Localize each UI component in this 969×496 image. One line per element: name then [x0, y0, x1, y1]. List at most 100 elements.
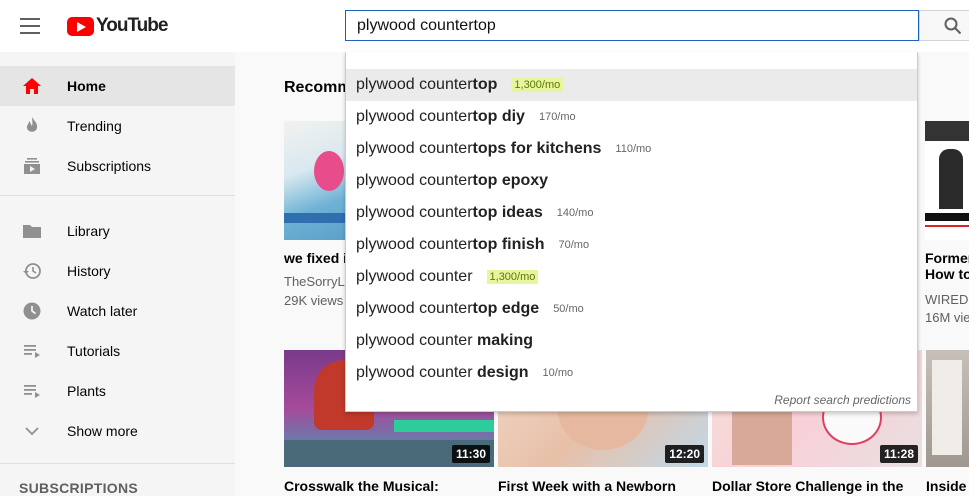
suggestion-typed-prefix: plywood counter	[356, 76, 473, 93]
search-volume-badge: 170/mo	[538, 111, 576, 123]
suggestion-text: plywood countertop diy	[356, 108, 525, 126]
clock-icon	[23, 302, 41, 320]
video-thumbnail[interactable]	[926, 350, 969, 467]
suggestion-text: plywood counter making	[356, 332, 533, 350]
play-logo-icon	[67, 16, 94, 36]
sidebar-item-history[interactable]: History	[0, 251, 235, 291]
sidebar: Home Trending Subscriptions Library Hist…	[0, 52, 235, 496]
video-title[interactable]: Inside	[926, 478, 969, 494]
top-bar: YouTube	[0, 0, 969, 52]
thumbnail-magazine	[932, 360, 962, 455]
logo-text: YouTube	[96, 15, 168, 36]
suggestion-row[interactable]: plywood counter making	[346, 325, 917, 357]
search-volume-badge: 10/mo	[542, 367, 574, 379]
sidebar-item-trending[interactable]: Trending	[0, 106, 235, 146]
suggestion-row[interactable]: plywood countertop diy 170/mo	[346, 101, 917, 133]
search-volume-badge: 70/mo	[558, 239, 590, 251]
video-thumbnail[interactable]	[925, 121, 969, 240]
sidebar-item-library[interactable]: Library	[0, 211, 235, 251]
suggestion-row[interactable]: plywood countertop finish 70/mo	[346, 229, 917, 261]
video-title[interactable]: we fixed it	[284, 250, 346, 266]
playlist-icon	[24, 345, 40, 358]
suggestion-typed-prefix: plywood counter	[356, 364, 477, 381]
suggestion-typed-prefix: plywood counter	[356, 236, 473, 253]
suggestion-completion: top edge	[472, 300, 540, 317]
sidebar-item-plants[interactable]: Plants	[0, 371, 235, 411]
video-channel[interactable]: TheSorryLi	[284, 274, 346, 289]
suggestion-typed-prefix: plywood counter	[356, 300, 473, 317]
suggestion-completion: tops for kitchens	[472, 140, 602, 157]
suggestion-row[interactable]: plywood counter 1,300/mo	[346, 261, 917, 293]
sidebar-item-label: History	[67, 263, 111, 279]
suggestion-text: plywood countertops for kitchens	[356, 140, 601, 158]
video-views: 29K views	[284, 293, 344, 308]
suggestion-row[interactable]: plywood counter design 10/mo	[346, 357, 917, 389]
search-volume-badge: 1,300/mo	[486, 270, 539, 284]
search-icon	[944, 17, 962, 35]
playlist-icon	[24, 385, 40, 398]
search-volume-badge: 1,300/mo	[511, 78, 564, 92]
suggestion-row[interactable]: plywood countertops for kitchens 110/mo	[346, 133, 917, 165]
sidebar-item-label: Tutorials	[67, 343, 121, 359]
video-title[interactable]: Former	[925, 250, 969, 266]
video-channel[interactable]: WIRED	[925, 292, 969, 307]
video-duration: 11:28	[879, 445, 918, 463]
sidebar-item-home[interactable]: Home	[0, 66, 235, 106]
history-icon	[23, 263, 41, 279]
search-volume-badge: 110/mo	[615, 143, 652, 155]
sidebar-item-label: Watch later	[67, 303, 138, 319]
video-title-line2[interactable]: How to	[925, 266, 969, 282]
sidebar-item-show-more[interactable]: Show more	[0, 411, 235, 451]
menu-icon[interactable]	[20, 18, 40, 34]
thumbnail-caption-bar	[394, 420, 494, 432]
search-button[interactable]	[919, 10, 969, 41]
section-heading: Recomm	[284, 79, 352, 96]
thumbnail-figure	[939, 149, 963, 209]
search-volume-badge: 140/mo	[556, 207, 594, 219]
suggestion-completion: top finish	[472, 236, 545, 253]
suggestion-typed-prefix: plywood counter	[356, 332, 477, 349]
chevron-down-icon	[25, 427, 39, 436]
suggestion-text: plywood countertop finish	[356, 236, 545, 254]
home-icon	[23, 78, 41, 94]
sidebar-item-watch-later[interactable]: Watch later	[0, 291, 235, 331]
suggestion-text: plywood countertop	[356, 76, 497, 94]
video-thumbnail[interactable]	[284, 121, 346, 240]
suggestion-text: plywood countertop epoxy	[356, 172, 548, 190]
suggestion-completion: making	[476, 332, 533, 349]
suggestion-completion: design	[476, 364, 529, 381]
suggestion-row[interactable]: plywood countertop epoxy	[346, 165, 917, 197]
video-duration: 11:30	[451, 445, 490, 463]
suggestion-row[interactable]: plywood countertop 1,300/mo	[346, 69, 917, 101]
video-title[interactable]: Dollar Store Challenge in the	[712, 478, 922, 494]
suggestion-text: plywood countertop ideas	[356, 204, 543, 222]
sidebar-item-label: Trending	[67, 118, 122, 134]
subscriptions-icon	[24, 158, 40, 174]
search-input[interactable]	[346, 11, 918, 40]
report-predictions-link[interactable]: Report search predictions	[774, 393, 911, 407]
video-views: 16M vie	[925, 310, 969, 325]
search-volume-badge: 50/mo	[553, 303, 584, 315]
video-duration: 12:20	[665, 445, 704, 463]
youtube-logo[interactable]: YouTube	[67, 14, 168, 38]
suggestion-row[interactable]: plywood countertop ideas 140/mo	[346, 197, 917, 229]
suggestion-completion: top epoxy	[472, 172, 549, 189]
search-suggestions: plywood countertop 1,300/mo plywood counte…	[345, 52, 918, 412]
suggestion-completion: top diy	[472, 108, 525, 125]
sidebar-item-subscriptions[interactable]: Subscriptions	[0, 146, 235, 186]
suggestion-row[interactable]: plywood countertop edge 50/mo	[346, 293, 917, 325]
sidebar-divider	[0, 463, 235, 464]
thumbnail-banner	[925, 121, 969, 141]
sidebar-item-tutorials[interactable]: Tutorials	[0, 331, 235, 371]
sidebar-item-label: Show more	[67, 423, 138, 439]
fire-icon	[26, 117, 38, 132]
sidebar-item-label: Subscriptions	[67, 158, 152, 174]
video-title[interactable]: First Week with a Newborn	[498, 478, 708, 494]
video-title[interactable]: Crosswalk the Musical:	[284, 478, 494, 494]
thumbnail-wired-bar	[925, 213, 969, 221]
search-box[interactable]	[345, 10, 919, 41]
thumbnail-rail	[284, 213, 346, 223]
suggestion-typed-prefix: plywood counter	[356, 204, 473, 221]
thumbnail-trade-bar	[925, 225, 969, 237]
suggestion-text: plywood counter	[356, 268, 473, 286]
